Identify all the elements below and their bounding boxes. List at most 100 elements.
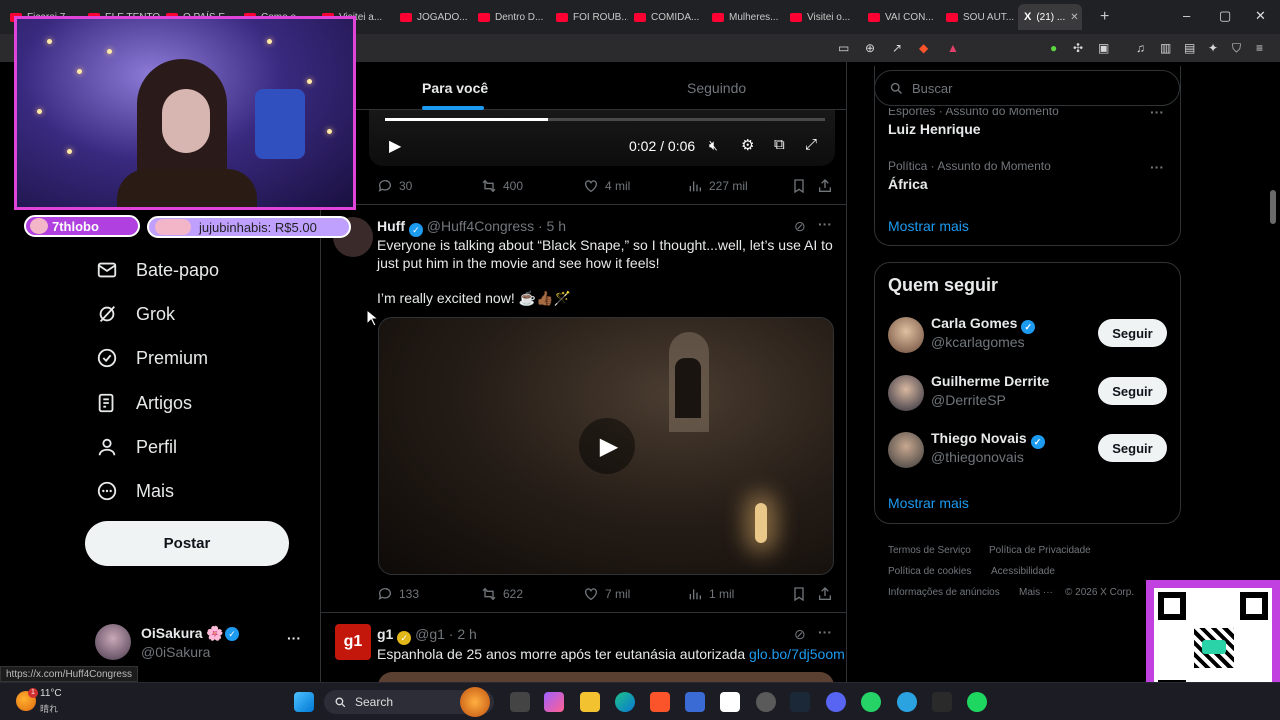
close-tab-icon[interactable]: ✕ [1070,12,1078,23]
taskbar-search[interactable]: Search [324,687,494,717]
store-icon[interactable] [685,692,705,712]
more-icon[interactable]: ··· [818,624,832,640]
spotify-icon[interactable] [967,692,987,712]
app-icon[interactable] [756,692,776,712]
music-icon[interactable]: ♫ [1136,41,1145,55]
capcut-icon[interactable] [720,692,740,712]
trend-title[interactable]: Luiz Henrique [888,121,981,137]
task-view-icon[interactable] [510,692,530,712]
brave-icon[interactable] [650,692,670,712]
browser-tab-active[interactable]: X (21) ... ✕ [1018,4,1082,30]
more-icon[interactable]: ··· [1150,104,1164,120]
tab-following[interactable]: Seguindo [687,80,746,96]
trend-title[interactable]: África [888,176,928,192]
bookmark-button[interactable] [791,586,807,602]
browser-tab[interactable]: Visitei o... [784,4,862,30]
author-handle[interactable]: @Huff4Congress · 5 h [427,218,566,234]
footer-link[interactable]: Política de Privacidade [989,545,1091,556]
footer-link[interactable]: Termos de Serviço [888,545,971,556]
more-icon[interactable]: ··· [818,216,832,232]
follow-suggestion[interactable]: Guilherme Derrite @DerriteSP Seguir [888,373,1168,413]
repost-button[interactable]: 400 [481,178,523,194]
nav-item-profile[interactable]: Perfil [96,436,177,458]
nav-item-chat[interactable]: Bate-papo [96,259,219,281]
tab-for-you[interactable]: Para você [422,80,488,96]
tweet-video[interactable]: ▶ [378,317,834,575]
file-explorer-icon[interactable] [580,692,600,712]
extension-status-icon[interactable]: ● [1050,41,1057,55]
grok-icon[interactable]: ⊘ [794,626,806,643]
whatsapp-icon[interactable] [861,692,881,712]
share-icon[interactable]: ↗ [892,41,902,55]
browser-tab[interactable]: Mulheres... [706,4,784,30]
minimize-icon[interactable]: – [1183,8,1190,23]
menu-icon[interactable]: ≡ [1256,41,1263,55]
close-window-icon[interactable]: ✕ [1255,8,1266,24]
epic-games-icon[interactable] [932,692,952,712]
browser-tab[interactable]: FOI ROUB... [550,4,628,30]
account-switcher[interactable]: OiSakura 🌸 ✓ @0iSakura ··· [95,624,305,662]
nav-item-premium[interactable]: Premium [96,347,208,369]
brave-shield-icon[interactable]: ◆ [919,41,928,55]
browser-tab[interactable]: VAI CON... [862,4,940,30]
show-more-follow-link[interactable]: Mostrar mais [888,495,969,511]
copilot-icon[interactable] [544,692,564,712]
video-progress-track[interactable] [385,118,825,121]
play-icon[interactable]: ▶ [389,136,401,156]
footer-link[interactable]: Acessibilidade [991,566,1055,577]
steam-icon[interactable] [790,692,810,712]
repost-button[interactable]: 622 [481,586,523,602]
grok-icon[interactable]: ⊘ [794,218,806,235]
nav-item-more[interactable]: Mais [96,480,174,502]
follow-button[interactable]: Seguir [1098,434,1167,462]
share-button[interactable] [817,178,833,194]
footer-more-link[interactable]: Mais ··· [1019,587,1053,598]
like-button[interactable]: 7 mil [583,586,630,602]
browser-tab[interactable]: COMIDA... [628,4,706,30]
more-icon[interactable]: ··· [1150,159,1164,175]
follow-button[interactable]: Seguir [1098,319,1167,347]
brave-rewards-icon[interactable]: ▲ [947,41,959,55]
split-view-icon[interactable]: ▥ [1160,41,1171,55]
browser-tab[interactable]: Dentro D... [472,4,550,30]
telegram-icon[interactable] [897,692,917,712]
follow-button[interactable]: Seguir [1098,377,1167,405]
maximize-icon[interactable]: ▢ [1219,8,1231,24]
zoom-icon[interactable]: ⊕ [865,41,875,55]
nav-item-articles[interactable]: Artigos [96,392,192,414]
follow-suggestion[interactable]: Carla Gomes ✓ @kcarlagomes Seguir [888,315,1168,355]
avatar[interactable]: g1 [335,624,371,660]
picture-in-picture-icon[interactable]: ⧉ [774,136,785,153]
post-button[interactable]: Postar [85,521,289,566]
settings-icon[interactable]: ⚙ [741,136,754,154]
start-menu-icon[interactable] [294,692,314,712]
fullscreen-icon[interactable]: ⤢ [805,136,817,153]
mute-icon[interactable]: 🔇︎ [709,137,718,154]
tweet-link[interactable]: glo.bo/7dj5oom [749,646,845,662]
puzzle-icon[interactable]: ✣ [1073,41,1083,55]
sidebar-icon[interactable]: ▣ [1098,41,1109,55]
discord-icon[interactable] [826,692,846,712]
show-more-trends-link[interactable]: Mostrar mais [888,218,969,234]
bookmark-button[interactable] [791,178,807,194]
author-name[interactable]: g1 [377,626,393,642]
author-name[interactable]: Huff [377,218,405,234]
reply-button[interactable]: 133 [377,586,419,602]
share-button[interactable] [817,586,833,602]
like-button[interactable]: 4 mil [583,178,630,194]
edge-icon[interactable] [615,692,635,712]
screen-cast-icon[interactable]: ▭ [838,41,849,55]
footer-link[interactable]: Política de cookies [888,566,971,577]
nav-item-grok[interactable]: Grok [96,303,175,325]
author-handle[interactable]: @g1 · 2 h [415,626,477,642]
new-tab-button[interactable]: + [1100,8,1109,26]
follow-suggestion[interactable]: Thiego Novais ✓ @thiegonovais Seguir [888,430,1168,470]
reply-button[interactable]: 30 [377,178,412,194]
vpn-icon[interactable]: ⛉ [1232,41,1241,56]
play-button[interactable]: ▶ [579,418,635,474]
footer-link[interactable]: Informações de anúncios [888,587,1000,598]
browser-tab[interactable]: SOU AUT... [940,4,1018,30]
browser-tab[interactable]: JOGADO... [394,4,472,30]
views-button[interactable]: 1 mil [687,586,734,602]
search-input[interactable]: Buscar [874,70,1180,106]
